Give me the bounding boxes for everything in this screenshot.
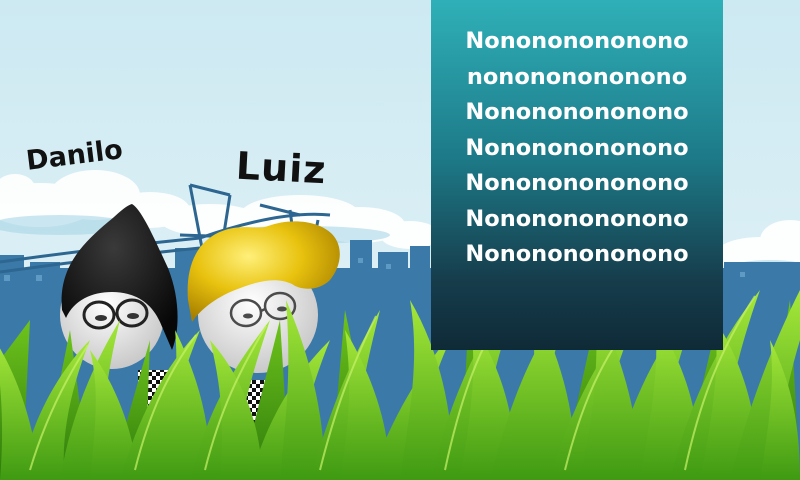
panel-line: Nonononononono [465, 205, 689, 232]
panel-line: Nonononononono [465, 99, 689, 125]
panel-line: nonononononono [466, 63, 688, 90]
panel-line: Nonononononono [465, 170, 689, 196]
panel-line: Nonononononono [465, 241, 689, 267]
luiz-name-label: Luiz [234, 143, 328, 193]
panel-line: Nonononononono [465, 134, 689, 161]
text-panel: Nonononononono nonononononono Nonononono… [431, 0, 723, 350]
panel-text-lines: Nonononononono nonononononono Nonononono… [431, 0, 723, 273]
panel-line: Nonononononono [465, 28, 689, 54]
